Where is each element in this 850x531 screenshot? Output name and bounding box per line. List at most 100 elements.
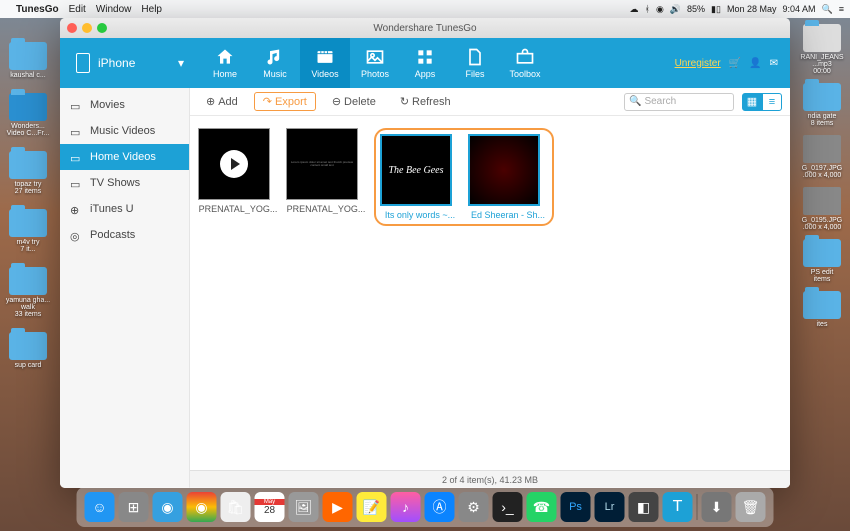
mail-icon[interactable]: ✉: [770, 58, 778, 69]
dock-launchpad[interactable]: ⊞: [119, 492, 149, 522]
sidebar-item-podcasts[interactable]: ◎Podcasts: [60, 222, 189, 248]
menu-window[interactable]: Window: [96, 4, 132, 15]
cart-icon[interactable]: 🛒: [729, 58, 741, 69]
battery-pct: 85%: [687, 4, 705, 14]
dock-store[interactable]: 🛍: [221, 492, 251, 522]
files-icon: [465, 47, 485, 67]
dock-itunes[interactable]: ♪: [391, 492, 421, 522]
video-item[interactable]: Ed Sheeran - Sh...: [468, 134, 548, 220]
mac-menubar: TunesGo Edit Window Help ☁ ᚼ ◉ 🔊 85% ▮▯ …: [0, 0, 850, 18]
desktop-icons-left: kaushal c... Wonders...Video C...Fr... t…: [3, 42, 53, 369]
desktop-folder[interactable]: yamuna gha... walk33 items: [3, 267, 53, 318]
battery-icon[interactable]: ▮▯: [711, 4, 721, 15]
wifi-icon[interactable]: ◉: [656, 4, 664, 15]
tab-music[interactable]: Music: [250, 38, 300, 88]
home-videos-icon: ▭: [70, 152, 84, 162]
menubar-appname[interactable]: TunesGo: [16, 4, 59, 15]
video-item[interactable]: PRENATAL_YOG...: [198, 128, 278, 214]
export-icon: ↷: [263, 95, 272, 108]
menubar-date[interactable]: Mon 28 May: [727, 4, 777, 14]
search-input[interactable]: 🔍Search: [624, 93, 734, 111]
dock-tunesgo[interactable]: T: [663, 492, 693, 522]
tv-shows-icon: ▭: [70, 178, 84, 188]
refresh-icon: ↻: [400, 95, 409, 108]
movies-icon: ▭: [70, 100, 84, 110]
user-icon[interactable]: 👤: [749, 58, 761, 69]
delete-button[interactable]: ⊖Delete: [324, 93, 384, 110]
sidebar-item-itunes-u[interactable]: ⊕iTunes U: [60, 196, 189, 222]
sidebar-item-movies[interactable]: ▭Movies: [60, 92, 189, 118]
sidebar-item-home-videos[interactable]: ▭Home Videos: [60, 144, 189, 170]
cloud-icon[interactable]: ☁: [630, 4, 639, 15]
desktop-folder[interactable]: m4v try7 it...: [3, 209, 53, 253]
chevron-down-icon: ▾: [178, 56, 184, 70]
desktop-image[interactable]: G_0195.JPG.000 x 4,000: [797, 187, 847, 231]
video-grid: PRENATAL_YOG... Lorem ipsum dolor sit am…: [190, 116, 790, 470]
tab-home[interactable]: Home: [200, 38, 250, 88]
play-icon: [220, 150, 248, 178]
apps-icon: [415, 47, 435, 67]
device-selector[interactable]: iPhone ▾: [60, 53, 200, 73]
bluetooth-icon[interactable]: ᚼ: [645, 4, 650, 14]
unregister-link[interactable]: Unregister: [675, 58, 721, 69]
dock-finder[interactable]: ☺: [85, 492, 115, 522]
sidebar-item-music-videos[interactable]: ▭Music Videos: [60, 118, 189, 144]
dock-photoshop[interactable]: Ps: [561, 492, 591, 522]
plus-icon: ⊕: [206, 95, 215, 108]
dock-notes[interactable]: 📝: [357, 492, 387, 522]
menu-edit[interactable]: Edit: [69, 4, 86, 15]
top-toolbar: iPhone ▾ Home Music Videos Photos Apps F…: [60, 38, 790, 88]
dock-appstore[interactable]: Ⓐ: [425, 492, 455, 522]
dock-calendar[interactable]: May28: [255, 492, 285, 522]
export-button[interactable]: ↷Export: [254, 92, 316, 111]
tab-apps[interactable]: Apps: [400, 38, 450, 88]
tab-videos[interactable]: Videos: [300, 38, 350, 88]
dock-lightroom[interactable]: Lr: [595, 492, 625, 522]
tab-files[interactable]: Files: [450, 38, 500, 88]
music-icon: [265, 47, 285, 67]
dock-player[interactable]: ▶: [323, 492, 353, 522]
menubar-time[interactable]: 9:04 AM: [782, 4, 815, 14]
dock-app[interactable]: ◧: [629, 492, 659, 522]
dock-preview[interactable]: 🖼: [289, 492, 319, 522]
video-item[interactable]: Lorem ipsum dolor sit amet text thumb pr…: [286, 128, 366, 214]
spotlight-icon[interactable]: 🔍: [822, 4, 833, 15]
dock-prefs[interactable]: ⚙: [459, 492, 489, 522]
video-item[interactable]: The Bee Gees Its only words ~...: [380, 134, 460, 220]
desktop-folder[interactable]: ites: [797, 291, 847, 328]
toolbox-icon: [515, 47, 535, 67]
titlebar[interactable]: Wondershare TunesGo: [60, 18, 790, 38]
desktop-app[interactable]: Wonders...Video C...Fr...: [3, 93, 53, 137]
menu-help[interactable]: Help: [141, 4, 162, 15]
desktop-folder[interactable]: sup card: [3, 332, 53, 369]
dock: ☺ ⊞ ◉ ◉ 🛍 May28 🖼 ▶ 📝 ♪ Ⓐ ⚙ ›_ ☎ Ps Lr ◧…: [77, 487, 774, 527]
refresh-button[interactable]: ↻Refresh: [392, 93, 459, 110]
desktop-folder[interactable]: ndia gate8 items: [797, 83, 847, 127]
home-icon: [215, 47, 235, 67]
desktop-folder[interactable]: topaz try27 items: [3, 151, 53, 195]
volume-icon[interactable]: 🔊: [670, 4, 681, 15]
statusbar: 2 of 4 item(s), 41.23 MB: [190, 470, 790, 488]
tab-photos[interactable]: Photos: [350, 38, 400, 88]
view-list-button[interactable]: ≡: [762, 93, 782, 111]
app-window: Wondershare TunesGo iPhone ▾ Home Music …: [60, 18, 790, 488]
add-button[interactable]: ⊕Add: [198, 93, 246, 110]
dock-safari[interactable]: ◉: [153, 492, 183, 522]
dock-chrome[interactable]: ◉: [187, 492, 217, 522]
desktop-folder[interactable]: PS edit items: [797, 239, 847, 283]
tab-toolbox[interactable]: Toolbox: [500, 38, 550, 88]
dock-downloads[interactable]: ⬇: [702, 492, 732, 522]
sidebar: ▭Movies ▭Music Videos ▭Home Videos ▭TV S…: [60, 88, 190, 488]
view-grid-button[interactable]: ▦: [742, 93, 762, 111]
desktop-file[interactable]: RANI_JEANS ...mp300:00: [797, 24, 847, 75]
desktop-image[interactable]: G_0197.JPG.000 x 4,000: [797, 135, 847, 179]
dock-whatsapp[interactable]: ☎: [527, 492, 557, 522]
menu-icon[interactable]: ≡: [839, 4, 844, 14]
dock-trash[interactable]: 🗑: [736, 492, 766, 522]
desktop-folder[interactable]: kaushal c...: [3, 42, 53, 79]
videos-icon: [315, 47, 335, 67]
dock-terminal[interactable]: ›_: [493, 492, 523, 522]
sidebar-item-tv-shows[interactable]: ▭TV Shows: [60, 170, 189, 196]
window-title: Wondershare TunesGo: [60, 23, 790, 34]
itunes-u-icon: ⊕: [70, 204, 84, 214]
